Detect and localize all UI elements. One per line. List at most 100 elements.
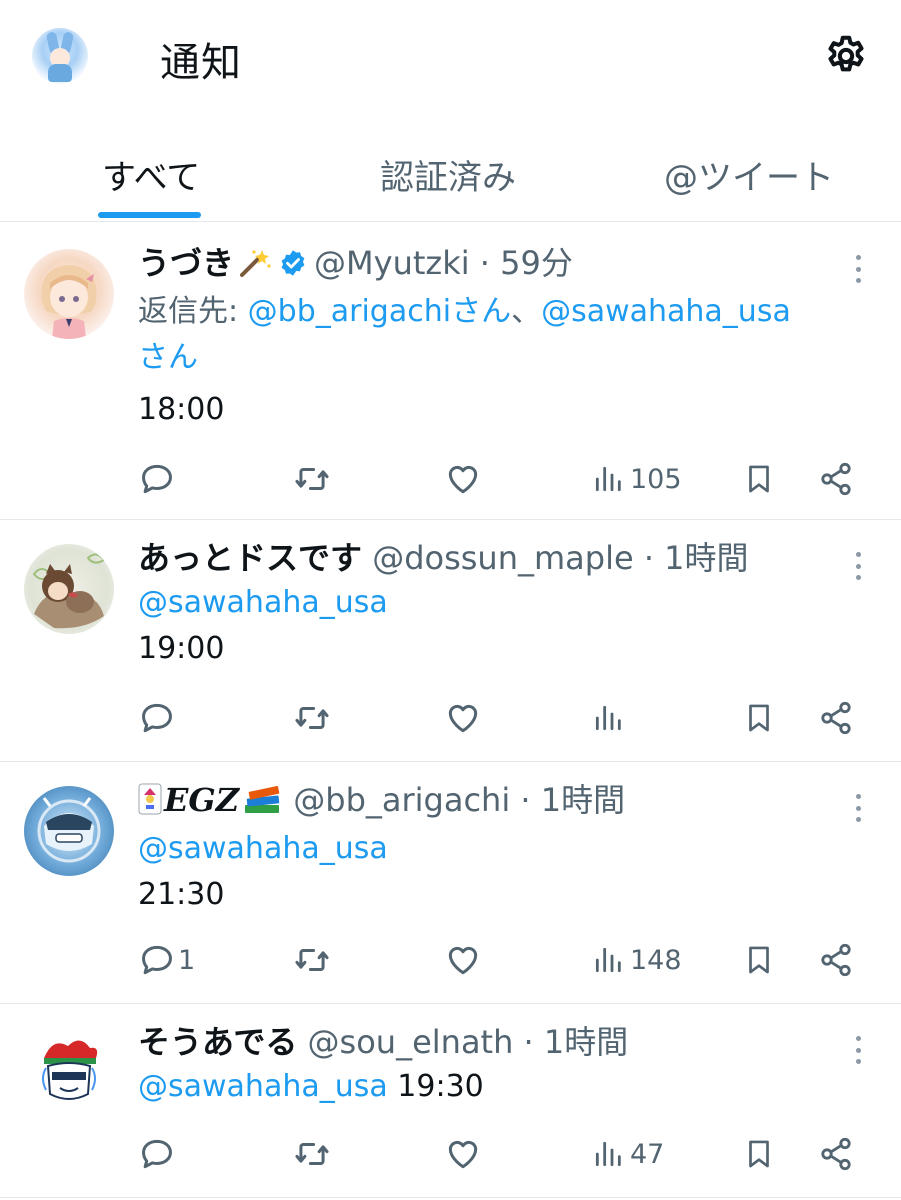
reply-icon [142, 464, 172, 494]
heart-icon [448, 946, 478, 975]
separator-dot: · [523, 1023, 534, 1061]
retweet-button[interactable] [292, 459, 332, 499]
dot [855, 1059, 861, 1064]
user-avatar[interactable] [24, 544, 114, 634]
reply-count: 1 [178, 944, 196, 976]
user-avatar[interactable] [24, 249, 114, 339]
mention-link[interactable]: @sawahaha_usa [138, 1069, 388, 1104]
views-button[interactable]: 47 [592, 1134, 664, 1174]
verified-badge-icon [278, 245, 308, 289]
tweet-text: @sawahaha_usa 19:30 [138, 1064, 851, 1110]
separator-dot: · [479, 244, 490, 282]
mention-link[interactable]: @sawahaha_usa [138, 585, 388, 620]
display-name[interactable]: 𝑬𝑮𝒁 [164, 781, 239, 819]
avatar-illustration [42, 1040, 98, 1100]
tweet[interactable]: 𝑬𝑮𝒁 @bb_arigachi · 1時間 @sawahaha_usa 21:3… [0, 762, 901, 1004]
user-handle[interactable]: @dossun_maple [372, 539, 633, 577]
retweet-button[interactable] [292, 1134, 332, 1174]
bookmark-icon [749, 704, 769, 732]
share-button[interactable] [818, 459, 854, 499]
dot [855, 805, 861, 811]
reply-icon [142, 703, 172, 733]
share-icon [821, 701, 851, 735]
user-handle[interactable]: @bb_arigachi [293, 781, 510, 819]
views-icon [595, 1141, 621, 1167]
views-icon [595, 947, 621, 973]
user-handle[interactable]: @sou_elnath [308, 1023, 514, 1061]
heart-icon [448, 1140, 478, 1169]
active-tab-indicator [98, 212, 201, 218]
tab-all[interactable]: すべて [102, 150, 200, 199]
tweet-time[interactable]: 1時間 [544, 1023, 628, 1061]
share-icon [821, 943, 851, 977]
more-options-button[interactable] [851, 1030, 865, 1070]
separator-dot: · [643, 539, 654, 577]
dot [855, 794, 861, 799]
user-avatar[interactable] [24, 786, 114, 876]
reply-button[interactable] [138, 698, 182, 738]
tweet-time[interactable]: 1時間 [664, 539, 748, 577]
tweet[interactable]: うづき @Myutzki · 59分 返信先: @bb_arigachiさん、@s… [0, 223, 901, 520]
tab-verified[interactable]: 認証済み [380, 150, 516, 199]
user-handle[interactable]: @Myutzki [314, 244, 470, 282]
reply-button[interactable] [138, 459, 182, 499]
display-name[interactable]: うづき [138, 244, 234, 282]
share-button[interactable] [818, 940, 854, 980]
avatar-illustration [37, 797, 101, 863]
avatar-illustration [41, 265, 97, 339]
views-icon [595, 466, 621, 492]
like-button[interactable] [444, 1134, 482, 1174]
mention-link[interactable]: @bb_arigachiさん [248, 294, 511, 329]
separator-dot: · [520, 781, 531, 819]
display-name[interactable]: そうあでる [138, 1023, 297, 1061]
tweet-time[interactable]: 1時間 [541, 781, 625, 819]
dot [855, 278, 861, 283]
bookmark-button[interactable] [742, 698, 776, 738]
tweet[interactable]: そうあでる @sou_elnath · 1時間 @sawahaha_usa 19… [0, 1004, 901, 1198]
mention-link[interactable]: @sawahaha_usa [541, 294, 791, 329]
settings-button[interactable] [820, 30, 872, 82]
mention-suffix[interactable]: さん [138, 340, 198, 375]
reply-button[interactable]: 1 [138, 940, 195, 980]
reply-to-prefix: 返信先: [138, 294, 248, 329]
more-options-button[interactable] [851, 788, 865, 828]
bookmark-button[interactable] [742, 1134, 776, 1174]
retweet-icon [295, 706, 329, 730]
share-button[interactable] [818, 1134, 854, 1174]
bookmark-icon [749, 946, 769, 974]
retweet-icon [295, 948, 329, 972]
views-button[interactable]: 105 [592, 459, 682, 499]
like-button[interactable] [444, 698, 482, 738]
tweet[interactable]: あっとドスです @dossun_maple · 1時間 @sawahaha_us… [0, 520, 901, 762]
page-title: 通知 [160, 40, 242, 86]
retweet-button[interactable] [292, 940, 332, 980]
retweet-button[interactable] [292, 698, 332, 738]
like-button[interactable] [444, 459, 482, 499]
bookmark-button[interactable] [742, 940, 776, 980]
user-avatar[interactable] [24, 1024, 114, 1114]
joker-card-icon [138, 782, 162, 826]
more-options-button[interactable] [851, 546, 865, 586]
display-name[interactable]: あっとドスです [138, 539, 362, 577]
view-count: 47 [630, 1138, 665, 1170]
retweet-icon [295, 467, 329, 491]
like-button[interactable] [444, 940, 482, 980]
share-button[interactable] [818, 698, 854, 738]
tweet-header: うづき @Myutzki · 59分 [138, 241, 851, 289]
tweet-time[interactable]: 59分 [500, 244, 573, 282]
profile-avatar[interactable] [32, 28, 88, 84]
views-button[interactable] [592, 698, 630, 738]
magic-wand-icon [238, 245, 272, 289]
more-options-button[interactable] [851, 249, 865, 289]
tab-mentions[interactable]: @ツイート [664, 150, 834, 199]
bookmark-button[interactable] [742, 459, 776, 499]
bookmark-icon [749, 1140, 769, 1168]
view-count: 148 [630, 944, 682, 976]
mention-link[interactable]: @sawahaha_usa [138, 831, 388, 866]
reply-button[interactable] [138, 1134, 182, 1174]
tweet-actions: 105 [138, 459, 868, 499]
notification-tabs: すべて 認証済み @ツイート [0, 118, 901, 222]
views-button[interactable]: 148 [592, 940, 682, 980]
avatar-illustration [32, 553, 106, 629]
books-icon [243, 782, 283, 826]
